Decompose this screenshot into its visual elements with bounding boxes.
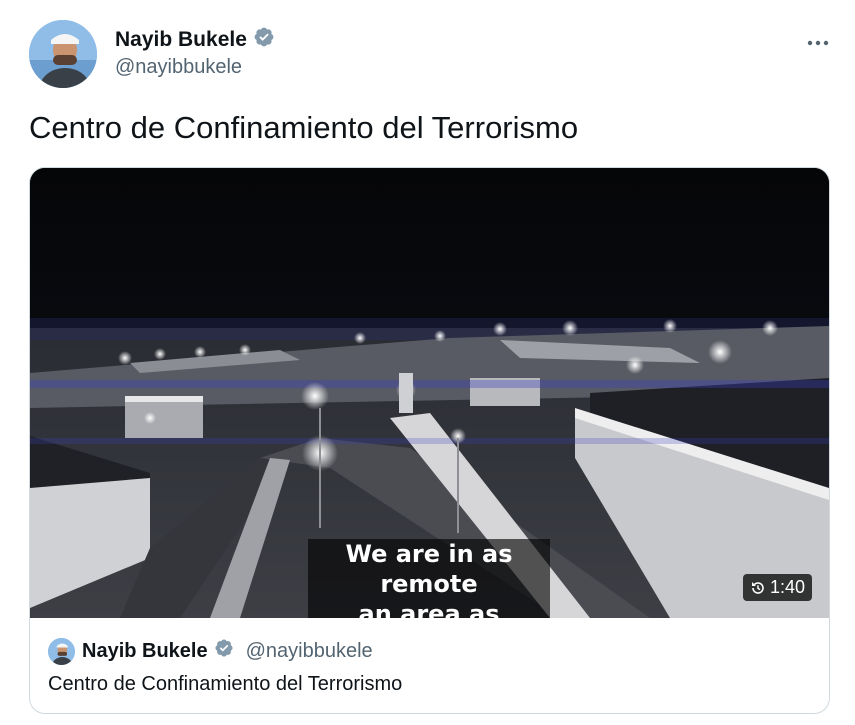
video-caption: We are in as remote an area as possible. [308,539,550,618]
quote-author-handle[interactable]: @nayibbukele [246,640,373,663]
author-handle[interactable]: @nayibbukele [115,56,242,79]
video-player[interactable]: We are in as remote an area as possible.… [30,168,829,618]
tweet-text: Centro de Confinamiento del Terrorismo [29,110,579,145]
duration-text: 1:40 [769,577,805,597]
replay-icon [750,580,766,596]
verified-badge-icon [253,26,275,54]
quote-avatar[interactable] [48,638,75,665]
quote-text: Centro de Confinamiento del Terrorismo [48,673,403,695]
quote-author-name[interactable]: Nayib Bukele [82,640,208,663]
caption-line-2: an area as possible. [308,599,550,618]
quoted-tweet[interactable]: Nayib Bukele @nayibbukele Centro de Conf… [30,618,829,713]
author-avatar[interactable] [29,20,97,88]
verified-badge-icon [214,638,234,664]
author-name[interactable]: Nayib Bukele [115,26,275,54]
quote-author[interactable]: Nayib Bukele @nayibbukele [82,638,373,664]
caption-line-1: We are in as remote [308,539,550,599]
media-card: We are in as remote an area as possible.… [29,167,830,714]
more-icon[interactable] [807,26,829,52]
video-duration: 1:40 [742,574,812,601]
